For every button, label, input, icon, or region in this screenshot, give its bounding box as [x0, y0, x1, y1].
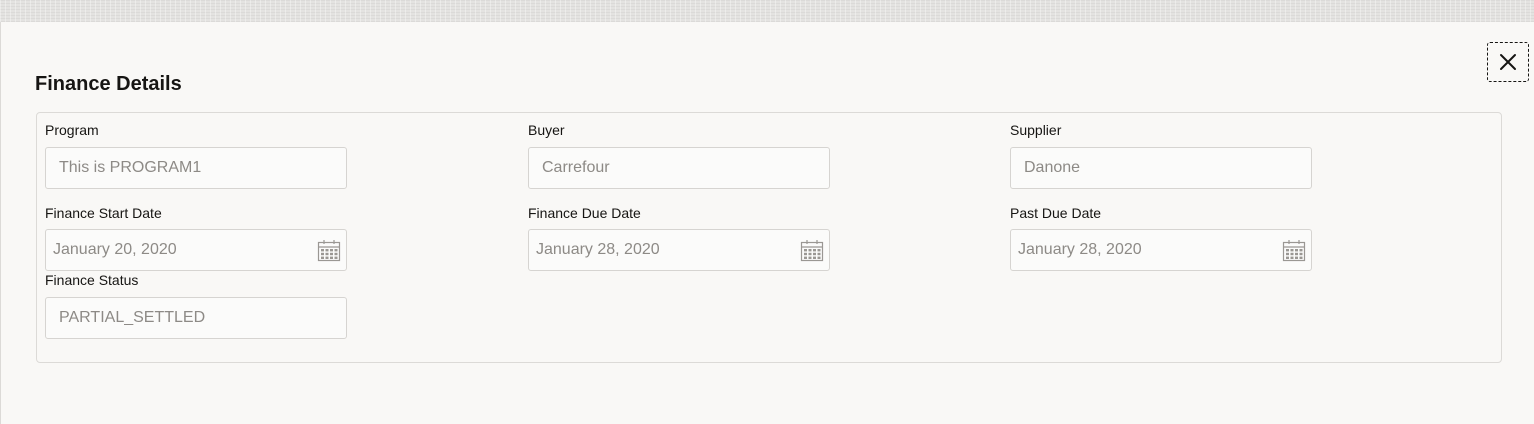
dialog-title: Finance Details: [35, 73, 182, 95]
finance-start-date-label: Finance Start Date: [45, 205, 162, 221]
finance-details-dialog: Finance Details Program This is PROGRAM1…: [0, 22, 1534, 424]
finance-status-label: Finance Status: [45, 272, 139, 288]
supplier-field[interactable]: Danone: [1010, 147, 1312, 189]
supplier-label: Supplier: [1010, 122, 1062, 138]
finance-details-panel: Program This is PROGRAM1 Buyer Carrefour…: [36, 112, 1502, 363]
program-label: Program: [45, 122, 99, 138]
backdrop-strip: [0, 0, 1534, 22]
finance-start-date-value: January 20, 2020: [53, 241, 177, 258]
finance-status-field[interactable]: PARTIAL_SETTLED: [45, 297, 347, 339]
program-field[interactable]: This is PROGRAM1: [45, 147, 347, 189]
finance-start-date-field[interactable]: January 20, 2020: [45, 229, 347, 271]
calendar-icon[interactable]: [1282, 238, 1306, 262]
past-due-date-value: January 28, 2020: [1018, 241, 1142, 258]
calendar-icon[interactable]: [317, 238, 341, 262]
close-button[interactable]: [1487, 42, 1529, 82]
close-icon: [1500, 54, 1516, 70]
finance-due-date-value: January 28, 2020: [536, 241, 660, 258]
past-due-date-field[interactable]: January 28, 2020: [1010, 229, 1312, 271]
buyer-field[interactable]: Carrefour: [528, 147, 830, 189]
past-due-date-label: Past Due Date: [1010, 205, 1102, 221]
calendar-icon[interactable]: [800, 238, 824, 262]
finance-due-date-field[interactable]: January 28, 2020: [528, 229, 830, 271]
finance-due-date-label: Finance Due Date: [528, 205, 641, 221]
buyer-label: Buyer: [528, 122, 565, 138]
